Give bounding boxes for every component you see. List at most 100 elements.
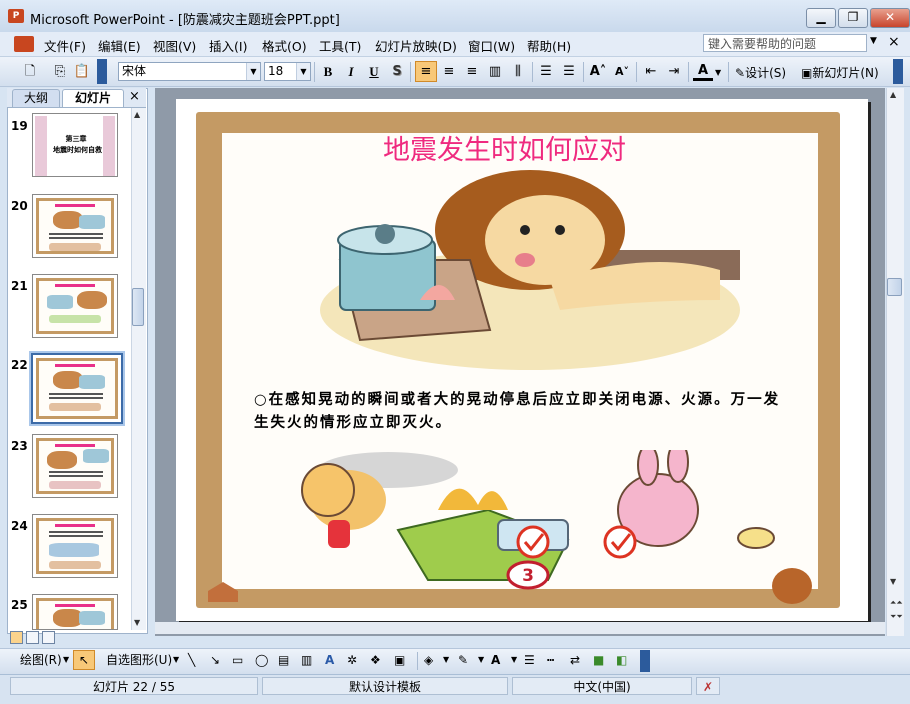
vertical-align-icon[interactable]: ⫼ (508, 63, 528, 81)
slide-thumbnail-20[interactable] (32, 194, 118, 258)
document-icon[interactable] (14, 36, 34, 52)
decrease-font-icon[interactable]: A˅ (612, 63, 632, 81)
design-button[interactable]: ✎设计(S) (735, 64, 786, 81)
arrow-style-icon[interactable]: ⇄ (570, 651, 580, 669)
scroll-up-icon[interactable]: ▲ (134, 110, 140, 119)
scroll-down-icon[interactable]: ▼ (134, 618, 140, 627)
scroll-down-icon[interactable]: ▼ (890, 577, 896, 586)
main-horizontal-scrollbar[interactable] (155, 622, 885, 634)
slide-sorter-view-icon[interactable] (26, 631, 39, 644)
font-color-button[interactable]: A (693, 63, 713, 81)
italic-button[interactable]: I (341, 63, 361, 81)
next-slide-icon[interactable]: ⏷⏷ (890, 612, 903, 622)
numbered-list-icon[interactable]: ☰ (536, 63, 556, 81)
slide-thumbnail-23[interactable] (32, 434, 118, 498)
arrow-tool-icon[interactable]: ↘ (210, 651, 220, 669)
tab-slides[interactable]: 幻灯片 (62, 89, 124, 107)
increase-indent-icon[interactable]: ⇥ (664, 63, 684, 81)
pane-close-button[interactable]: × (129, 89, 140, 104)
toolbar-divider (410, 62, 411, 82)
shadow-button[interactable]: S (387, 63, 407, 81)
align-center-icon[interactable]: ≡ (439, 63, 459, 81)
language-status[interactable]: 中文(中国) (512, 677, 692, 695)
minimize-button[interactable]: ▁ (806, 8, 836, 28)
rectangle-tool-icon[interactable]: ▭ (232, 651, 243, 669)
oval-tool-icon[interactable]: ◯ (255, 651, 268, 669)
align-right-icon[interactable]: ≡ (462, 63, 482, 81)
copy-icon[interactable]: ⎘ (50, 63, 70, 81)
design-template-status[interactable]: 默认设计模板 (262, 677, 508, 695)
slide-thumbnail-22-selected[interactable] (31, 353, 123, 424)
diagram-tool-icon[interactable]: ✲ (347, 651, 357, 669)
close-window-button[interactable]: ✕ (870, 8, 910, 28)
scroll-up-icon[interactable]: ▲ (890, 90, 896, 99)
distribute-icon[interactable]: ▥ (485, 63, 505, 81)
autoshapes-menu-button[interactable]: 自选图形(U) (106, 651, 172, 669)
toolbar-options-icon[interactable] (97, 59, 107, 84)
fill-color-icon[interactable]: ◈ (424, 651, 433, 669)
slide-thumbnail-25[interactable] (32, 594, 118, 630)
line-style-icon[interactable]: ☰ (524, 651, 535, 669)
menu-edit[interactable]: 编辑(E) (98, 36, 141, 55)
menu-tools[interactable]: 工具(T) (319, 36, 361, 55)
decrease-indent-icon[interactable]: ⇤ (641, 63, 661, 81)
font-size-combo[interactable]: 18 ▼ (264, 62, 311, 81)
select-pointer-button[interactable]: ↖ (73, 650, 95, 670)
menu-help[interactable]: 帮助(H) (527, 36, 571, 55)
line-color-icon[interactable]: ✎ (458, 651, 468, 669)
chevron-down-icon[interactable]: ▼ (715, 68, 721, 77)
insert-picture-icon[interactable]: ▣ (394, 651, 405, 669)
bulleted-list-icon[interactable]: ☰ (559, 63, 579, 81)
chevron-down-icon[interactable]: ▼ (443, 651, 449, 669)
increase-font-icon[interactable]: A˄ (588, 63, 608, 81)
menu-insert[interactable]: 插入(I) (209, 36, 247, 55)
slideshow-view-icon[interactable] (42, 631, 55, 644)
chevron-down-icon[interactable]: ▼ (63, 651, 69, 669)
slide-body-text[interactable]: ○在感知晃动的瞬间或者大的晃动停息后应立即关闭电源、火源。万一发生失火的情形应立… (254, 388, 794, 434)
tab-outline[interactable]: 大纲 (12, 89, 60, 107)
new-slide-button[interactable]: ▣新幻灯片(N) (801, 64, 879, 81)
spelling-check-icon[interactable]: ✗ (696, 677, 720, 695)
menu-format[interactable]: 格式(O) (262, 36, 307, 55)
dash-style-icon[interactable]: ┅ (547, 651, 554, 669)
new-document-icon[interactable]: 🗋 (20, 63, 40, 81)
toolbar-overflow-icon[interactable] (893, 59, 903, 84)
bold-button[interactable]: B (318, 63, 338, 81)
underline-button[interactable]: U (364, 63, 384, 81)
chevron-down-icon[interactable]: ▼ (511, 651, 517, 669)
line-tool-icon[interactable]: ╲ (188, 651, 195, 669)
menu-view[interactable]: 视图(V) (153, 36, 196, 55)
chevron-down-icon[interactable]: ▼ (246, 63, 260, 80)
slide-thumbnail-21[interactable] (32, 274, 118, 338)
slides-pane-scroll-thumb[interactable] (132, 288, 144, 326)
font-name-combo[interactable]: 宋体 ▼ (118, 62, 261, 81)
normal-view-icon[interactable] (10, 631, 23, 644)
menu-slideshow[interactable]: 幻灯片放映(D) (375, 36, 457, 55)
powerpoint-app-icon[interactable]: P (8, 9, 24, 23)
wordart-tool-icon[interactable]: A (325, 651, 334, 669)
shadow-style-icon[interactable]: ■ (593, 651, 604, 669)
slide-thumbnail-24[interactable] (32, 514, 118, 578)
chevron-down-icon[interactable]: ▼ (296, 63, 310, 80)
clipart-tool-icon[interactable]: ❖ (370, 651, 381, 669)
menu-window[interactable]: 窗口(W) (468, 36, 515, 55)
draw-menu-button[interactable]: 绘图(R) (20, 651, 62, 669)
maximize-button[interactable]: ❐ (838, 8, 868, 28)
previous-slide-icon[interactable]: ⏶⏶ (890, 598, 903, 608)
textbox-tool-icon[interactable]: ▤ (278, 651, 289, 669)
slide-thumbnail-19[interactable]: 第三章 地震时如何自救 (32, 113, 118, 177)
chevron-down-icon[interactable]: ▼ (173, 651, 179, 669)
font-color-icon[interactable]: A (491, 651, 500, 669)
3d-style-icon[interactable]: ◧ (616, 651, 627, 669)
slides-pane-scrollbar[interactable] (131, 108, 146, 630)
document-close-button[interactable]: × (888, 34, 900, 50)
vertical-textbox-tool-icon[interactable]: ▥ (301, 651, 312, 669)
help-search-input[interactable]: 键入需要帮助的问题 (703, 34, 867, 52)
main-scroll-thumb[interactable] (887, 278, 902, 296)
drawing-toolbar-overflow-icon[interactable] (640, 650, 650, 672)
paste-icon[interactable]: 📋 (72, 63, 92, 81)
help-dropdown-icon[interactable]: ▼ (870, 36, 877, 46)
chevron-down-icon[interactable]: ▼ (478, 651, 484, 669)
main-vertical-scrollbar[interactable] (886, 88, 904, 636)
menu-file[interactable]: 文件(F) (44, 36, 86, 55)
